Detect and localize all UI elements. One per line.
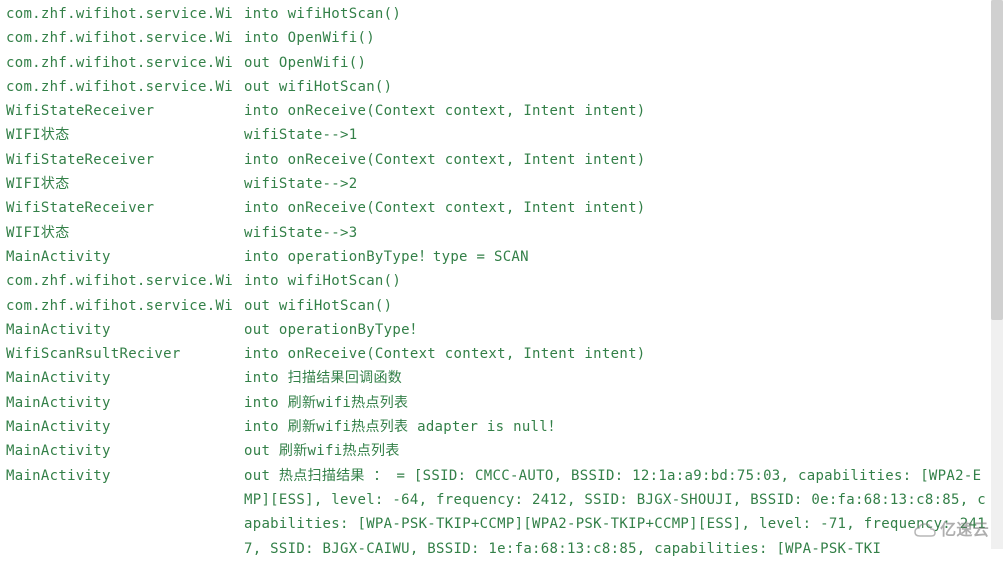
log-message: into wifiHotScan() [239,269,401,293]
log-message: out operationByType！ [239,318,424,342]
log-row: MainActivityinto operationByType！type = … [0,245,1003,269]
log-message: wifiState-->2 [239,172,357,196]
log-tag [0,512,239,536]
log-row: apabilities: [WPA-PSK-TKIP+CCMP][WPA2-PS… [0,512,1003,536]
log-row: WIFI状态wifiState-->1 [0,123,1003,147]
log-message: out OpenWifi() [239,51,366,75]
log-message: into onReceive(Context context, Intent i… [239,148,646,172]
log-tag: WifiScanRsultReciver [0,342,239,366]
log-tag: WIFI状态 [0,221,239,245]
cloud-icon [914,522,936,540]
log-row: WifiStateReceiverinto onReceive(Context … [0,99,1003,123]
log-tag: com.zhf.wifihot.service.Wi [0,75,239,99]
log-row: MainActivityout 刷新wifi热点列表 [0,439,1003,463]
log-message: apabilities: [WPA-PSK-TKIP+CCMP][WPA2-PS… [239,512,986,536]
log-tag: MainActivity [0,245,239,269]
log-row: com.zhf.wifihot.service.Wiinto wifiHotSc… [0,2,1003,26]
log-tag: WIFI状态 [0,172,239,196]
log-tag: com.zhf.wifihot.service.Wi [0,2,239,26]
vertical-scrollbar[interactable] [991,0,1003,549]
log-tag: com.zhf.wifihot.service.Wi [0,294,239,318]
log-row: com.zhf.wifihot.service.Wiout wifiHotSca… [0,294,1003,318]
watermark-text: 亿速云 [940,519,989,543]
log-row: com.zhf.wifihot.service.Wiout wifiHotSca… [0,75,1003,99]
scrollbar-thumb[interactable] [991,0,1003,320]
log-tag: com.zhf.wifihot.service.Wi [0,51,239,75]
log-tag: MainActivity [0,366,239,390]
log-tag: MainActivity [0,439,239,463]
log-message: into operationByType！type = SCAN [239,245,529,269]
log-message: into onReceive(Context context, Intent i… [239,99,646,123]
log-row: com.zhf.wifihot.service.Wiout OpenWifi() [0,51,1003,75]
log-row: WifiScanRsultReciverinto onReceive(Conte… [0,342,1003,366]
log-message: MP][ESS], level: -64, frequency: 2412, S… [239,488,986,512]
log-tag: WifiStateReceiver [0,148,239,172]
log-message: into 刷新wifi热点列表 adapter is null！ [239,415,562,439]
log-row: com.zhf.wifihot.service.Wiinto OpenWifi(… [0,26,1003,50]
log-tag: MainActivity [0,464,239,488]
watermark: 亿速云 [914,519,989,543]
log-tag: MainActivity [0,318,239,342]
log-row: MainActivityinto 刷新wifi热点列表 [0,391,1003,415]
log-row: MainActivityout operationByType！ [0,318,1003,342]
log-tag: com.zhf.wifihot.service.Wi [0,26,239,50]
log-row: WIFI状态wifiState-->2 [0,172,1003,196]
log-tag: WifiStateReceiver [0,196,239,220]
log-output-area: com.zhf.wifihot.service.Wiinto wifiHotSc… [0,0,1003,561]
log-row: com.zhf.wifihot.service.Wiinto wifiHotSc… [0,269,1003,293]
log-row: WIFI状态wifiState-->3 [0,221,1003,245]
log-message: into 扫描结果回调函数 [239,366,402,390]
log-tag: MainActivity [0,415,239,439]
log-row: MainActivityout 热点扫描结果 ： = [SSID: CMCC-A… [0,464,1003,488]
log-message: out wifiHotScan() [239,294,392,318]
log-message: out 热点扫描结果 ： = [SSID: CMCC-AUTO, BSSID: … [239,464,981,488]
log-row: MainActivityinto 扫描结果回调函数 [0,366,1003,390]
log-tag: WifiStateReceiver [0,99,239,123]
log-message: into onReceive(Context context, Intent i… [239,196,646,220]
log-message: into OpenWifi() [239,26,375,50]
log-message: out 刷新wifi热点列表 [239,439,400,463]
log-row: WifiStateReceiverinto onReceive(Context … [0,196,1003,220]
log-tag: com.zhf.wifihot.service.Wi [0,269,239,293]
log-tag [0,488,239,512]
log-tag: WIFI状态 [0,123,239,147]
log-message: into onReceive(Context context, Intent i… [239,342,646,366]
log-message: into 刷新wifi热点列表 [239,391,408,415]
log-row: MP][ESS], level: -64, frequency: 2412, S… [0,488,1003,512]
log-message: into wifiHotScan() [239,2,401,26]
log-tag: MainActivity [0,391,239,415]
log-message: wifiState-->3 [239,221,357,245]
log-row: WifiStateReceiverinto onReceive(Context … [0,148,1003,172]
log-message: out wifiHotScan() [239,75,392,99]
log-row: MainActivityinto 刷新wifi热点列表 adapter is n… [0,415,1003,439]
log-message: wifiState-->1 [239,123,357,147]
